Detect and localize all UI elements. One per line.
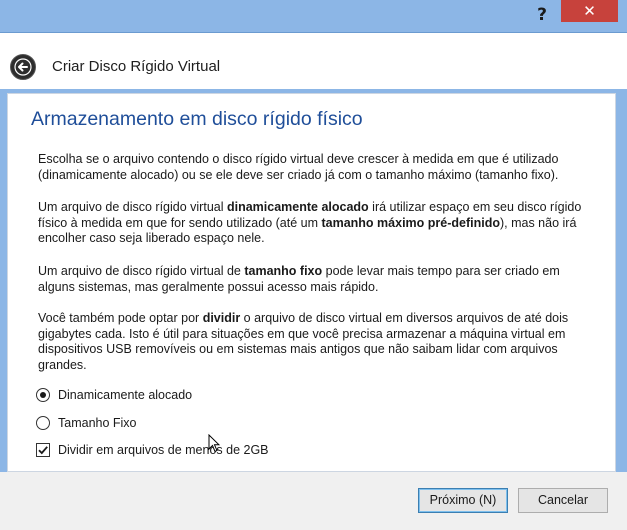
title-bar: ? ✕: [0, 0, 627, 32]
emphasis-text: dinamicamente alocado: [226, 200, 369, 214]
paragraph-text: Um arquivo de disco rígido virtual: [38, 200, 227, 214]
back-arrow-icon: [14, 58, 32, 76]
paragraph-text: Você também pode optar por: [38, 311, 203, 325]
fixed-description-paragraph: Um arquivo de disco rígido virtual de ta…: [38, 264, 598, 295]
split-checkbox[interactable]: [36, 443, 50, 457]
split-option-label: Dividir em arquivos de menos de 2GB: [58, 443, 269, 457]
dynamic-description-paragraph: Um arquivo de disco rígido virtual dinam…: [38, 200, 598, 247]
dynamic-option-label: Dinamicamente alocado: [58, 388, 193, 402]
cancel-button[interactable]: Cancelar: [518, 488, 608, 513]
wizard-header: Criar Disco Rígido Virtual: [0, 32, 627, 89]
description-paragraph: Escolha se o arquivo contendo o disco rí…: [38, 152, 598, 183]
check-mark-icon: [38, 446, 48, 455]
emphasis-text: dividir: [202, 311, 241, 325]
emphasis-text: tamanho máximo pré-definido: [321, 215, 500, 230]
next-button[interactable]: Próximo (N): [418, 488, 508, 513]
wizard-footer: Próximo (N) Cancelar: [0, 472, 627, 530]
fixed-radio[interactable]: [36, 416, 50, 430]
fixed-option-label: Tamanho Fixo: [58, 416, 137, 430]
paragraph-text: Um arquivo de disco rígido virtual de: [38, 264, 245, 278]
page-title: Armazenamento em disco rígido físico: [31, 108, 363, 130]
emphasis-text: tamanho fixo: [244, 264, 323, 278]
wizard-title: Criar Disco Rígido Virtual: [52, 58, 221, 75]
split-option[interactable]: Dividir em arquivos de menos de 2GB: [36, 441, 269, 459]
paragraph-text: Escolha se o arquivo contendo o disco rí…: [38, 152, 559, 182]
back-button[interactable]: [10, 54, 36, 80]
fixed-option[interactable]: Tamanho Fixo: [36, 414, 137, 432]
close-button[interactable]: ✕: [561, 0, 618, 22]
mouse-pointer-icon: [208, 434, 220, 453]
split-description-paragraph: Você também pode optar por dividir o arq…: [38, 311, 598, 373]
dynamic-option[interactable]: Dinamicamente alocado: [36, 386, 192, 404]
help-button[interactable]: ?: [528, 2, 556, 28]
wizard-content: Armazenamento em disco rígido físico Esc…: [7, 93, 616, 472]
wizard-window: ? ✕ Criar Disco Rígido Virtual Armazenam…: [0, 0, 627, 530]
dynamic-radio[interactable]: [36, 388, 50, 402]
